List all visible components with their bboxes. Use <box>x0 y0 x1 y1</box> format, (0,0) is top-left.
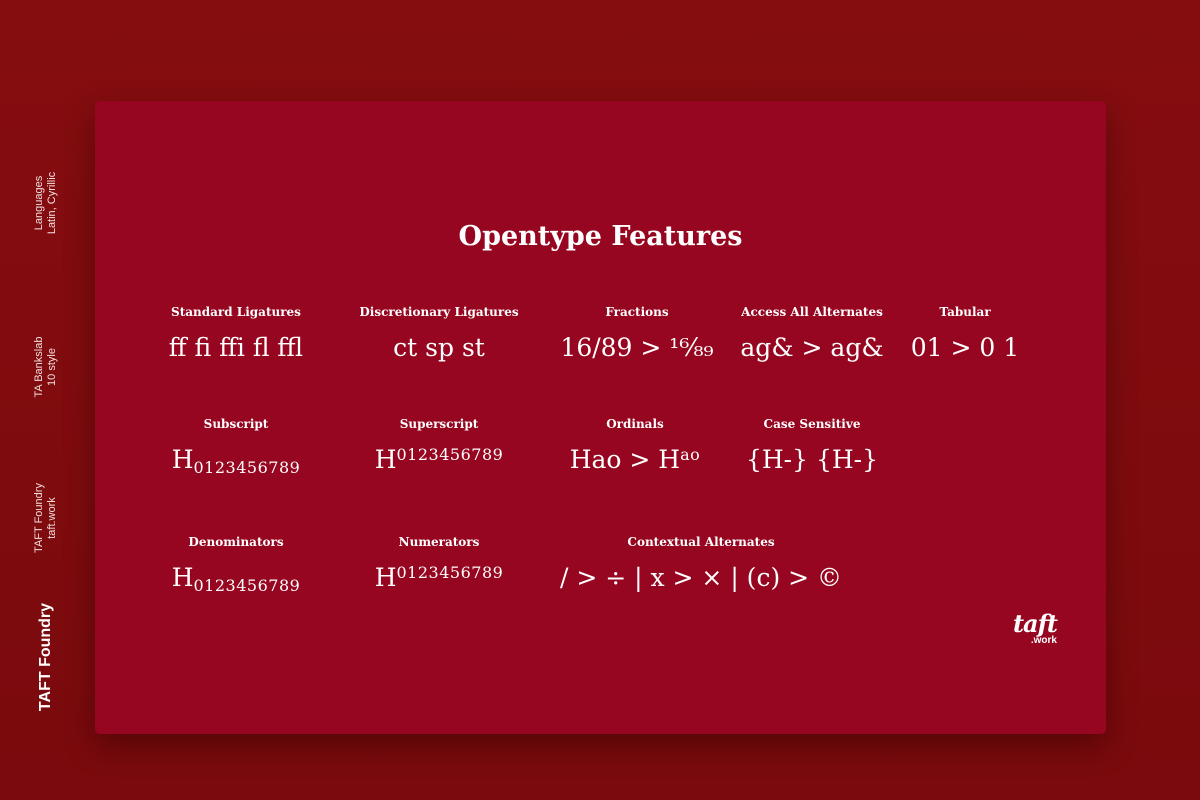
sidebar-foundry-url: taft.work <box>46 497 58 539</box>
sidebar-languages: Languages Latin, Cyrillic <box>33 172 59 234</box>
sample-base: H <box>171 563 194 592</box>
feature-sample: 16/89 > ¹⁶⁄₈₉ <box>560 333 714 362</box>
feature-label: Ordinals <box>606 417 664 431</box>
feature-sample: H0123456789 <box>136 445 336 478</box>
feature-numerators: Numerators H0123456789 <box>339 535 539 596</box>
logo-wordmark: taft <box>1012 609 1058 638</box>
feature-label: Discretionary Ligatures <box>359 305 519 319</box>
sample-ordinal-suffix: ao <box>680 445 701 464</box>
feature-discretionary-ligatures: Discretionary Ligatures ct sp st <box>339 305 539 363</box>
feature-sample: ct sp st <box>393 333 485 362</box>
feature-denominators: Denominators H0123456789 <box>136 535 336 596</box>
feature-tabular: Tabular 01 > 0 1 <box>890 305 1040 363</box>
feature-ordinals: Ordinals Hao > Hao <box>535 417 735 478</box>
taft-logo[interactable]: taft .work <box>1005 609 1058 647</box>
sample-subscript-digits: 0123456789 <box>193 458 301 477</box>
feature-sample: {H-} {H-} <box>745 445 879 474</box>
feature-standard-ligatures: Standard Ligatures ff fi ffi fl ffl <box>136 305 336 363</box>
sidebar-languages-value: Latin, Cyrillic <box>46 171 58 235</box>
feature-access-all-alternates: Access All Alternates ag& > ag& <box>712 305 912 363</box>
feature-superscript: Superscript H0123456789 <box>339 417 539 478</box>
feature-label: Denominators <box>188 535 284 549</box>
sidebar-languages-title: Languages <box>33 175 45 231</box>
feature-sample: 01 > 0 1 <box>910 333 1020 362</box>
sample-base: Hao > H <box>569 445 681 474</box>
sample-base: H <box>374 563 397 592</box>
sidebar-family-title: TA Bankslab <box>33 336 45 398</box>
feature-sample: ag& > ag& <box>740 333 884 362</box>
sidebar-foundry-title: TAFT Foundry <box>33 483 45 553</box>
sidebar-family: TA Bankslab 10 style <box>33 337 59 398</box>
feature-label: Standard Ligatures <box>171 305 301 319</box>
feature-subscript: Subscript H0123456789 <box>136 417 336 478</box>
feature-sample: H0123456789 <box>136 563 336 596</box>
feature-label: Numerators <box>398 535 480 549</box>
sample-base: H <box>171 445 194 474</box>
feature-label: Superscript <box>399 417 479 431</box>
sidebar-foundry: TAFT Foundry taft.work <box>33 483 59 553</box>
feature-label: Fractions <box>605 305 669 319</box>
sidebar-family-value: 10 style <box>46 348 58 386</box>
features-card: Opentype Features Standard Ligatures ff … <box>95 101 1106 734</box>
page-title: Opentype Features <box>458 221 743 252</box>
sample-superscript-digits: 0123456789 <box>396 445 504 464</box>
sample-denominator-digits: 0123456789 <box>193 576 301 595</box>
feature-sample: ff fi ffi fl ffl <box>168 333 304 362</box>
feature-label: Subscript <box>203 417 269 431</box>
sample-base: H <box>374 445 397 474</box>
feature-fractions: Fractions 16/89 > ¹⁶⁄₈₉ <box>537 305 737 363</box>
feature-label: Access All Alternates <box>741 305 883 319</box>
feature-sample: H0123456789 <box>339 563 539 596</box>
feature-sample: H0123456789 <box>339 445 539 478</box>
feature-sample: / > ÷ | x > × | (c) > © <box>559 563 843 592</box>
sidebar-brand: TAFT Foundry <box>37 602 54 712</box>
feature-case-sensitive: Case Sensitive {H-} {H-} <box>712 417 912 475</box>
feature-label: Case Sensitive <box>763 417 861 431</box>
feature-contextual-alternates: Contextual Alternates / > ÷ | x > × | (c… <box>541 535 861 593</box>
feature-label: Tabular <box>939 305 991 319</box>
feature-sample: Hao > Hao <box>535 445 735 478</box>
feature-label: Contextual Alternates <box>627 535 775 549</box>
sample-numerator-digits: 0123456789 <box>396 563 504 582</box>
